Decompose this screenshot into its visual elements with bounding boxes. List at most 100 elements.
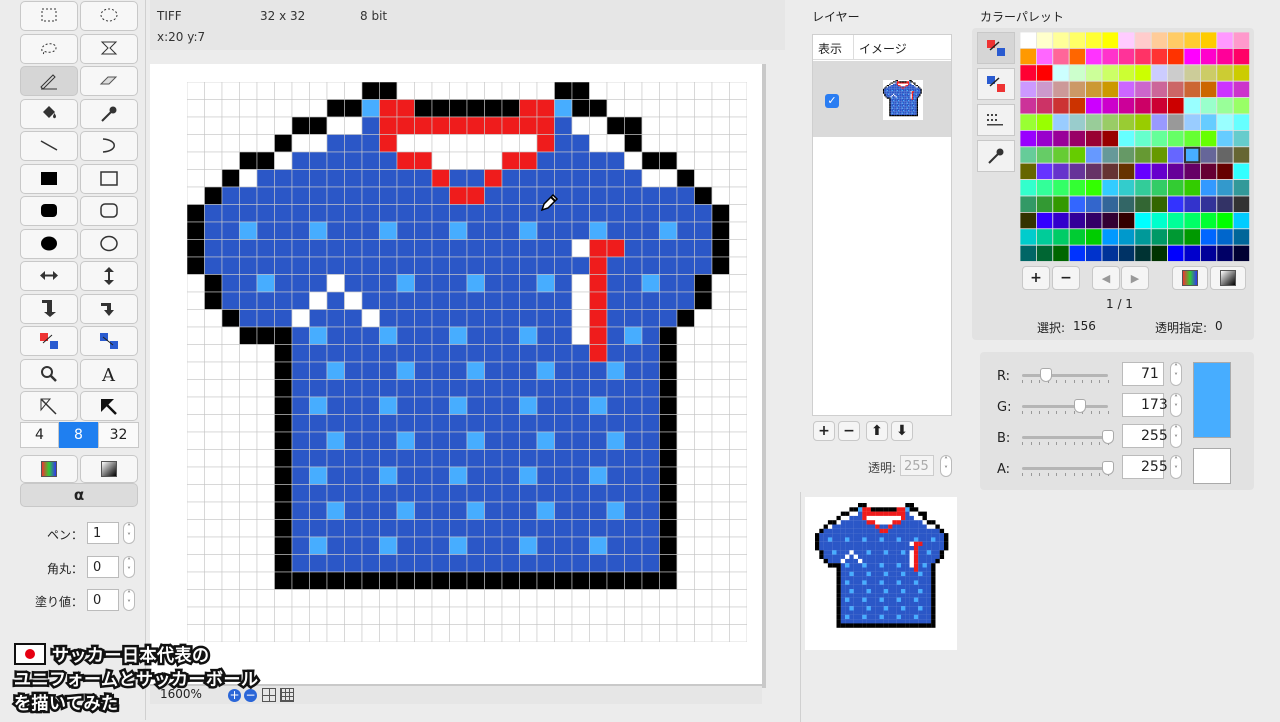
palette-swatch[interactable] <box>1184 81 1200 97</box>
fill-field[interactable]: 0 <box>87 589 119 611</box>
palette-swatch[interactable] <box>1151 147 1167 163</box>
g-slider[interactable] <box>1022 405 1108 408</box>
r-stepper[interactable]: ˄˅ <box>1170 362 1182 386</box>
palette-eyedropper-icon[interactable] <box>977 140 1015 172</box>
rect-select-tool-button[interactable] <box>20 1 78 31</box>
palette-swatch[interactable] <box>1184 229 1200 245</box>
palette-swatch[interactable] <box>1053 180 1069 196</box>
pen-stepper[interactable]: ˄˅ <box>123 522 135 544</box>
pixel-canvas[interactable] <box>150 64 766 688</box>
palette-swatch[interactable] <box>1184 147 1200 163</box>
palette-swatch[interactable] <box>1217 114 1233 130</box>
r-slider[interactable] <box>1022 374 1108 377</box>
palette-swatch[interactable] <box>1020 147 1036 163</box>
palette-swatch[interactable] <box>1184 245 1200 261</box>
palette-swatch[interactable] <box>1200 229 1216 245</box>
palette-sort-icon[interactable] <box>977 104 1015 136</box>
palette-swatch[interactable] <box>1168 98 1184 114</box>
palette-swatch[interactable] <box>1200 65 1216 81</box>
palette-swatch[interactable] <box>1020 180 1036 196</box>
palette-swatch[interactable] <box>1233 65 1249 81</box>
fill-stepper[interactable]: ˄˅ <box>123 589 135 611</box>
palette-swatch[interactable] <box>1020 48 1036 64</box>
palette-swatch[interactable] <box>1200 212 1216 228</box>
palette-swatch[interactable] <box>1102 114 1118 130</box>
palette-swatch[interactable] <box>1020 81 1036 97</box>
layer-opacity-field[interactable]: 255 <box>900 455 934 476</box>
palette-swatch[interactable] <box>1053 81 1069 97</box>
palette-swatch[interactable] <box>1233 245 1249 261</box>
b-stepper[interactable]: ˄˅ <box>1170 424 1182 448</box>
layer-up-button[interactable]: ⬆ <box>866 421 888 441</box>
palette-swatch[interactable] <box>1184 130 1200 146</box>
remove-layer-button[interactable]: − <box>838 421 860 441</box>
palette-next-button[interactable]: ▶ <box>1121 266 1149 290</box>
palette-swatch[interactable] <box>1217 245 1233 261</box>
palette-swatch[interactable] <box>1233 98 1249 114</box>
pixel-grid[interactable] <box>187 82 747 642</box>
palette-swatch[interactable] <box>1135 114 1151 130</box>
color-mode-button[interactable] <box>1172 266 1208 290</box>
palette-swatch[interactable] <box>1135 212 1151 228</box>
shape-cut-tool-button[interactable] <box>20 391 78 421</box>
a-value-field[interactable]: 255 <box>1122 455 1164 479</box>
palette-swatch[interactable] <box>1086 180 1102 196</box>
palette-swatch[interactable] <box>1151 229 1167 245</box>
corner-stepper[interactable]: ˄˅ <box>123 556 135 578</box>
palette-swatch[interactable] <box>1135 229 1151 245</box>
palette-swatch[interactable] <box>1118 130 1134 146</box>
palette-swatch[interactable] <box>1168 48 1184 64</box>
flip-horizontal-tool-button[interactable] <box>20 261 78 291</box>
palette-swatch[interactable] <box>1020 245 1036 261</box>
palette-swatch[interactable] <box>1135 196 1151 212</box>
palette-swatch[interactable] <box>1086 32 1102 48</box>
palette-swatch[interactable] <box>1086 65 1102 81</box>
palette-swatch[interactable] <box>1086 212 1102 228</box>
brush-size-8-button[interactable]: 8 <box>59 422 98 448</box>
palette-swatch[interactable] <box>1151 245 1167 261</box>
rounded-rect-tool-button[interactable] <box>80 196 138 226</box>
palette-swatch[interactable] <box>1036 163 1052 179</box>
palette-swatch[interactable] <box>1118 180 1134 196</box>
palette-swatch[interactable] <box>1151 130 1167 146</box>
a-slider[interactable] <box>1022 467 1108 470</box>
layer-opacity-stepper[interactable]: ˄˅ <box>940 455 952 477</box>
palette-swatch[interactable] <box>1233 163 1249 179</box>
palette-swatch[interactable] <box>1036 98 1052 114</box>
palette-swatch[interactable] <box>1135 180 1151 196</box>
palette-swatch[interactable] <box>1184 212 1200 228</box>
palette-swatch[interactable] <box>1086 196 1102 212</box>
palette-swatch[interactable] <box>1168 65 1184 81</box>
palette-swatch[interactable] <box>1135 98 1151 114</box>
magic-wand-tool-button[interactable] <box>80 34 138 64</box>
swap-to-bg-icon[interactable] <box>977 32 1015 64</box>
palette-swatch[interactable] <box>1069 130 1085 146</box>
palette-swatch[interactable] <box>1168 163 1184 179</box>
palette-swatch[interactable] <box>1102 65 1118 81</box>
palette-swatch[interactable] <box>1151 98 1167 114</box>
palette-swatch[interactable] <box>1036 229 1052 245</box>
b-slider-knob[interactable] <box>1102 430 1114 444</box>
b-value-field[interactable]: 255 <box>1122 424 1164 448</box>
palette-swatch[interactable] <box>1069 163 1085 179</box>
palette-swatch[interactable] <box>1200 163 1216 179</box>
palette-swatch[interactable] <box>1151 196 1167 212</box>
zoom-out-icon[interactable]: − <box>244 689 257 702</box>
palette-swatch[interactable] <box>1184 114 1200 130</box>
palette-swatch[interactable] <box>1168 196 1184 212</box>
palette-swatch[interactable] <box>1102 130 1118 146</box>
palette-swatch[interactable] <box>1135 65 1151 81</box>
palette-swatch[interactable] <box>1184 48 1200 64</box>
palette-swatch[interactable] <box>1217 65 1233 81</box>
palette-swatch[interactable] <box>1184 163 1200 179</box>
palette-swatch[interactable] <box>1200 147 1216 163</box>
palette-swatch[interactable] <box>1135 245 1151 261</box>
ellipse-tool-button[interactable] <box>80 229 138 259</box>
palette-swatch[interactable] <box>1086 114 1102 130</box>
palette-swatch[interactable] <box>1086 81 1102 97</box>
palette-swatch[interactable] <box>1020 196 1036 212</box>
lasso-tool-button[interactable] <box>20 34 78 64</box>
palette-swatch[interactable] <box>1135 81 1151 97</box>
curve-tool-button[interactable] <box>80 131 138 161</box>
palette-swatch[interactable] <box>1036 180 1052 196</box>
